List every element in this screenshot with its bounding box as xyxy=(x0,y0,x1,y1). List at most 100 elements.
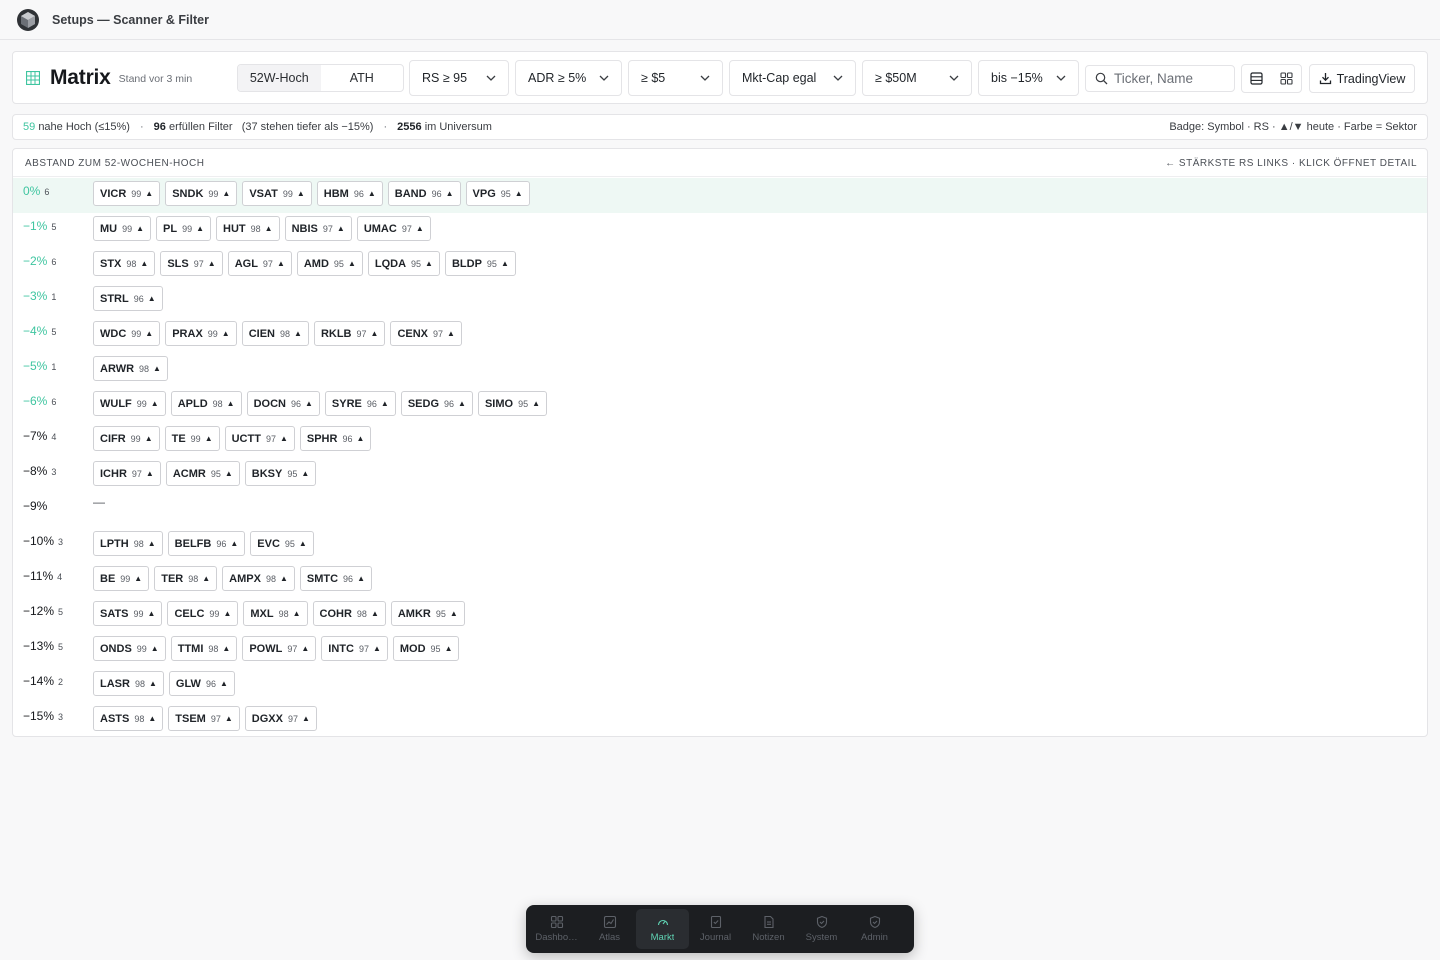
ticker-search-input[interactable] xyxy=(1114,71,1226,86)
ticker-chip[interactable]: BE 99 ▲ xyxy=(93,566,150,591)
ticker-chip-list: CIFR 99 ▲ TE 99 ▲ UCTT 97 ▲ SPHR 96 ▲ xyxy=(93,426,376,451)
ticker-chip[interactable]: TE 99 ▲ xyxy=(164,426,220,451)
ticker-chip[interactable]: HUT 98 ▲ xyxy=(216,216,280,241)
ticker-chip[interactable]: STRL 96 ▲ xyxy=(93,286,163,311)
rs-rating: 97 xyxy=(322,223,333,234)
dock-item-journal[interactable]: Journal xyxy=(689,909,742,949)
up-arrow-icon: ▲ xyxy=(204,434,213,443)
ticker-symbol: MOD xyxy=(399,642,426,655)
ticker-symbol: UCTT xyxy=(231,432,261,445)
ticker-chip[interactable]: LPTH 98 ▲ xyxy=(93,531,163,556)
ticker-chip[interactable]: NBIS 97 ▲ xyxy=(284,216,352,241)
ticker-chip[interactable]: ACMR 95 ▲ xyxy=(165,461,240,486)
ticker-chip[interactable]: CIFR 99 ▲ xyxy=(93,426,160,451)
segment-52w-hoch[interactable]: 52W-Hoch xyxy=(238,65,321,91)
rs-filter-dropdown[interactable]: RS ≥ 95 xyxy=(409,60,509,96)
ticker-chip[interactable]: WDC 99 ▲ xyxy=(93,321,161,346)
ticker-chip[interactable]: DGXX 97 ▲ xyxy=(244,706,317,731)
price-filter-dropdown[interactable]: ≥ $5 xyxy=(628,60,723,96)
ticker-chip[interactable]: TER 98 ▲ xyxy=(154,566,218,591)
dock-item-dashboard[interactable]: Dashbo… xyxy=(530,909,583,949)
ticker-chip[interactable]: VSAT 99 ▲ xyxy=(242,181,312,206)
ticker-chip[interactable]: SLS 97 ▲ xyxy=(160,251,223,276)
ticker-chip[interactable]: CENX 97 ▲ xyxy=(390,321,462,346)
ticker-chip[interactable]: SIMO 95 ▲ xyxy=(477,391,548,416)
ticker-symbol: INTC xyxy=(328,642,354,655)
ticker-chip[interactable]: COHR 98 ▲ xyxy=(312,601,386,626)
ticker-chip[interactable]: AGL 97 ▲ xyxy=(227,251,292,276)
ticker-chip[interactable]: POWL 97 ▲ xyxy=(242,636,317,661)
ticker-chip[interactable]: WULF 99 ▲ xyxy=(93,391,166,416)
row-count: 1 xyxy=(51,362,57,372)
ticker-symbol: MXL xyxy=(250,607,274,620)
ticker-chip[interactable]: MOD 95 ▲ xyxy=(392,636,460,661)
ticker-chip[interactable]: ASTS 98 ▲ xyxy=(93,706,164,731)
tradingview-export-button[interactable]: TradingView xyxy=(1309,64,1415,93)
ticker-chip[interactable]: LASR 98 ▲ xyxy=(93,671,164,696)
ticker-chip[interactable]: SMTC 96 ▲ xyxy=(299,566,372,591)
app-title: Setups — Scanner & Filter xyxy=(52,12,209,27)
dock-item-shield[interactable]: System xyxy=(795,909,848,949)
ticker-chip[interactable]: PRAX 99 ▲ xyxy=(165,321,237,346)
ticker-chip[interactable]: TSEM 97 ▲ xyxy=(168,706,240,731)
ticker-chip[interactable]: AMD 95 ▲ xyxy=(296,251,363,276)
ticker-chip[interactable]: ARWR 98 ▲ xyxy=(93,356,168,381)
ticker-chip[interactable]: BLDP 95 ▲ xyxy=(444,251,516,276)
grid-view-button[interactable] xyxy=(1272,65,1302,92)
ticker-chip[interactable]: AMKR 95 ▲ xyxy=(390,601,465,626)
rs-rating: 98 xyxy=(134,678,145,689)
ticker-chip[interactable]: RKLB 97 ▲ xyxy=(313,321,386,346)
ticker-chip[interactable]: HBM 96 ▲ xyxy=(316,181,383,206)
ticker-chip[interactable]: UMAC 97 ▲ xyxy=(356,216,431,241)
dock-item-note[interactable]: Notizen xyxy=(742,909,795,949)
ticker-chip[interactable]: AMPX 98 ▲ xyxy=(222,566,295,591)
up-arrow-icon: ▲ xyxy=(415,224,424,233)
row-count: 5 xyxy=(58,642,64,652)
ticker-chip[interactable]: SATS 99 ▲ xyxy=(93,601,163,626)
dock-item-gauge[interactable]: Markt xyxy=(636,909,689,949)
ticker-chip[interactable]: SNDK 99 ▲ xyxy=(165,181,238,206)
ticker-chip[interactable]: GLW 96 ▲ xyxy=(168,671,235,696)
ticker-chip[interactable]: BAND 96 ▲ xyxy=(387,181,461,206)
ticker-chip[interactable]: DOCN 96 ▲ xyxy=(246,391,320,416)
ticker-chip[interactable]: STX 98 ▲ xyxy=(93,251,156,276)
row-count: 2 xyxy=(58,677,64,687)
ticker-chip[interactable]: VICR 99 ▲ xyxy=(93,181,161,206)
ticker-chip[interactable]: CELC 99 ▲ xyxy=(167,601,239,626)
ticker-chip[interactable]: BELFB 96 ▲ xyxy=(167,531,246,556)
ticker-chip[interactable]: UCTT 97 ▲ xyxy=(224,426,295,451)
distance-filter-dropdown[interactable]: bis −15% xyxy=(978,60,1079,96)
market-cap-filter-dropdown[interactable]: Mkt-Cap egal xyxy=(729,60,856,96)
ticker-chip[interactable]: SPHR 96 ▲ xyxy=(299,426,372,451)
last-updated-text: Stand vor 3 min xyxy=(118,73,193,85)
row-distance-label: −2% xyxy=(23,254,48,268)
up-arrow-icon: ▲ xyxy=(136,224,145,233)
dock-item-shield-check[interactable]: Admin xyxy=(848,909,901,949)
volume-filter-value: ≥ $50M xyxy=(875,71,917,85)
app-logo-icon[interactable] xyxy=(16,8,40,32)
ticker-chip[interactable]: ONDS 99 ▲ xyxy=(93,636,166,661)
ticker-chip[interactable]: EVC 95 ▲ xyxy=(250,531,314,556)
ticker-chip[interactable]: MU 99 ▲ xyxy=(93,216,152,241)
ticker-chip[interactable]: INTC 97 ▲ xyxy=(321,636,388,661)
dock-item-chart[interactable]: Atlas xyxy=(583,909,636,949)
ticker-chip[interactable]: ICHR 97 ▲ xyxy=(93,461,161,486)
ticker-chip[interactable]: SYRE 96 ▲ xyxy=(324,391,396,416)
ticker-chip[interactable]: BKSY 95 ▲ xyxy=(244,461,317,486)
adr-filter-dropdown[interactable]: ADR ≥ 5% xyxy=(515,60,622,96)
list-view-button[interactable] xyxy=(1242,65,1272,92)
ticker-chip[interactable]: CIEN 98 ▲ xyxy=(241,321,309,346)
ticker-chip[interactable]: PL 99 ▲ xyxy=(156,216,212,241)
ticker-chip[interactable]: LQDA 95 ▲ xyxy=(367,251,440,276)
segment-ath[interactable]: ATH xyxy=(321,65,404,91)
distance-filter-value: bis −15% xyxy=(991,71,1043,85)
ticker-chip[interactable]: TTMI 98 ▲ xyxy=(170,636,238,661)
up-arrow-icon: ▲ xyxy=(357,574,365,583)
ticker-chip[interactable]: SEDG 96 ▲ xyxy=(400,391,473,416)
volume-filter-dropdown[interactable]: ≥ $50M xyxy=(862,60,972,96)
ticker-chip[interactable]: APLD 98 ▲ xyxy=(170,391,242,416)
ticker-chip[interactable]: VPG 95 ▲ xyxy=(465,181,530,206)
rs-rating: 98 xyxy=(280,328,291,339)
ticker-chip[interactable]: MXL 98 ▲ xyxy=(243,601,308,626)
chevron-down-icon xyxy=(1056,75,1066,81)
